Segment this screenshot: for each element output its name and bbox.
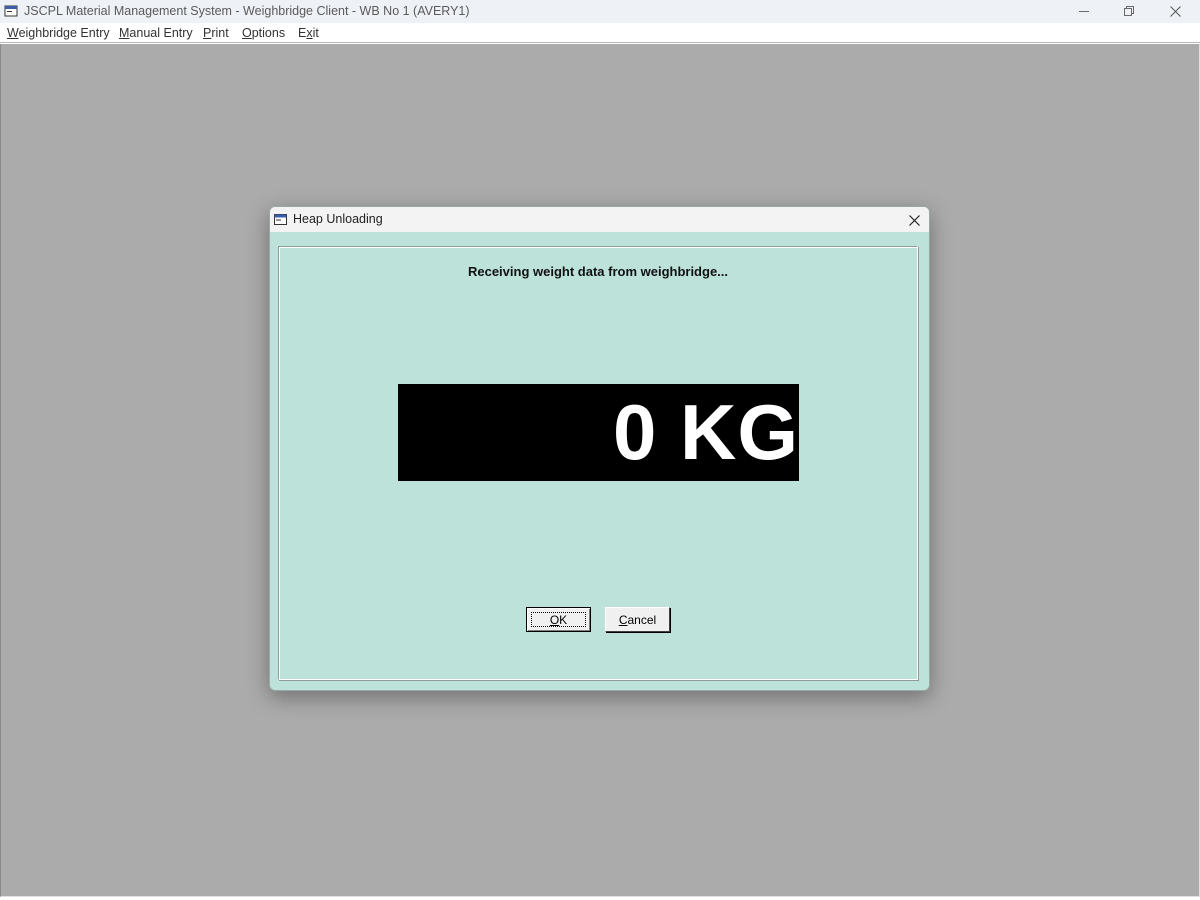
dialog-titlebar[interactable]: Heap Unloading <box>270 207 929 232</box>
menu-exit[interactable]: Exit <box>298 26 319 40</box>
heap-unloading-dialog: Heap Unloading Receiving weight data fro… <box>269 206 930 691</box>
dialog-window-icon <box>274 213 288 225</box>
weight-display: 0 KG <box>398 384 799 481</box>
menu-options[interactable]: Options <box>242 26 285 40</box>
close-window-button[interactable] <box>1152 0 1198 23</box>
cancel-label-rest: ancel <box>627 612 657 627</box>
app-title: JSCPL Material Management System - Weigh… <box>24 4 470 18</box>
restore-button[interactable] <box>1106 0 1152 23</box>
minimize-button[interactable] <box>1061 0 1107 23</box>
cancel-button[interactable]: Cancel <box>605 607 670 632</box>
menu-bar: Weighbridge Entry Manual Entry Print Opt… <box>0 23 1200 43</box>
ok-button[interactable]: OK <box>526 607 591 632</box>
menu-weighbridge-entry[interactable]: Weighbridge Entry <box>7 26 110 40</box>
close-icon <box>1169 6 1181 17</box>
dialog-close-button[interactable] <box>901 209 927 231</box>
status-message: Receiving weight data from weighbridge..… <box>467 264 729 279</box>
main-titlebar[interactable]: JSCPL Material Management System - Weigh… <box>0 0 1200 23</box>
dialog-title: Heap Unloading <box>293 212 383 226</box>
close-icon <box>908 214 920 226</box>
minimize-icon <box>1078 11 1089 12</box>
app-window-icon <box>4 4 19 18</box>
menu-manual-entry[interactable]: Manual Entry <box>119 26 193 40</box>
weight-readout: 0 KG <box>612 388 799 476</box>
menu-print[interactable]: Print <box>203 26 229 40</box>
restore-icon <box>1123 6 1134 16</box>
